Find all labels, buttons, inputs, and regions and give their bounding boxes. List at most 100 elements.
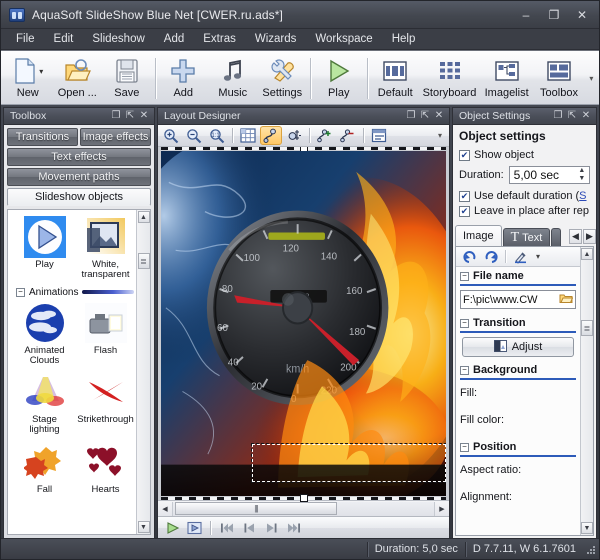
- tab-next-button[interactable]: ▶: [583, 229, 596, 244]
- filename-collapse-icon[interactable]: −: [460, 271, 469, 281]
- designer-scroll-thumb[interactable]: |||: [175, 501, 337, 515]
- toolbox-category-movement-paths[interactable]: Movement paths: [7, 168, 151, 186]
- menu-item-workspace[interactable]: Workspace: [306, 31, 381, 48]
- leave-in-place-row[interactable]: Leave in place after rep: [459, 205, 590, 217]
- zoom-out-icon[interactable]: [183, 126, 205, 145]
- toolbox-object-stage-lighting[interactable]: Stage lighting: [16, 369, 73, 438]
- duration-up-arrow[interactable]: ▲: [578, 167, 585, 175]
- toolbar-button-open[interactable]: Open ...: [53, 53, 103, 104]
- designer-scroll-track[interactable]: |||: [172, 501, 435, 516]
- prev-frame-icon[interactable]: [239, 519, 259, 537]
- designer-scroll-left-button[interactable]: ◀: [158, 502, 172, 516]
- toolbox-scroll-thumb[interactable]: ≣: [137, 253, 150, 269]
- motion-path-icon[interactable]: [260, 126, 282, 145]
- objectsettings-restore-icon[interactable]: ❐: [551, 109, 565, 123]
- duration-input[interactable]: [511, 167, 577, 183]
- toolbar-button-add[interactable]: Add: [159, 53, 209, 104]
- background-collapse-icon[interactable]: −: [460, 365, 469, 375]
- show-object-checkbox[interactable]: [459, 150, 470, 161]
- objectsettings-pin-icon[interactable]: ⇱: [565, 109, 579, 123]
- menu-item-extras[interactable]: Extras: [194, 31, 245, 48]
- zoom-reset-icon[interactable]: 1:1: [206, 126, 228, 145]
- new-dropdown-arrow[interactable]: ▾: [39, 67, 43, 76]
- rotate-right-icon[interactable]: [481, 248, 501, 265]
- toolbox-category-transitions[interactable]: Transitions: [7, 128, 78, 146]
- toolbox-restore-icon[interactable]: ❐: [109, 109, 123, 123]
- designer-pin-icon[interactable]: ⇱: [418, 109, 432, 123]
- align-objects-icon[interactable]: [368, 126, 390, 145]
- tab-more[interactable]: [551, 228, 562, 246]
- toolbar-button-new[interactable]: ▾ New: [3, 53, 53, 104]
- toolbar-button-music[interactable]: Music: [208, 53, 258, 104]
- objectsettings-scroll-down-button[interactable]: ▼: [581, 522, 593, 534]
- add-keyframe-icon[interactable]: [314, 126, 336, 145]
- toolbar-overflow-button[interactable]: ▾: [584, 53, 599, 104]
- transition-collapse-icon[interactable]: −: [460, 318, 469, 328]
- browse-folder-icon[interactable]: [559, 292, 574, 307]
- toolbox-close-icon[interactable]: ✕: [137, 109, 151, 123]
- section-transition-header[interactable]: − Transition: [456, 314, 580, 330]
- maximize-button[interactable]: ❐: [541, 5, 567, 25]
- menu-item-add[interactable]: Add: [155, 31, 193, 48]
- section-filename-header[interactable]: − File name: [456, 267, 580, 283]
- menu-item-help[interactable]: Help: [383, 31, 425, 48]
- move-object-icon[interactable]: [283, 126, 305, 145]
- toolbar-button-save[interactable]: Save: [102, 53, 152, 104]
- toolbox-group-animations[interactable]: − Animations: [16, 287, 134, 298]
- resize-grip-icon[interactable]: [583, 542, 597, 556]
- objectsettings-vertical-scrollbar[interactable]: ▲ ≣ ▼: [580, 247, 593, 535]
- tab-prev-button[interactable]: ◀: [569, 229, 582, 244]
- toolbox-pin-icon[interactable]: ⇱: [123, 109, 137, 123]
- grid-icon[interactable]: [237, 126, 259, 145]
- play-frame-icon[interactable]: [184, 519, 204, 537]
- remove-keyframe-icon[interactable]: [337, 126, 359, 145]
- designer-scroll-right-button[interactable]: ▶: [435, 502, 449, 516]
- next-frame-icon[interactable]: [261, 519, 281, 537]
- designer-stage[interactable]: 100 120 140 80 160 60 180 40 200: [161, 147, 446, 502]
- toolbox-object-hearts[interactable]: Hearts: [77, 439, 134, 497]
- section-position-header[interactable]: − Position: [456, 438, 580, 454]
- menu-item-file[interactable]: File: [7, 31, 44, 48]
- menu-item-wizards[interactable]: Wizards: [246, 31, 306, 48]
- toolbar-button-play[interactable]: Play: [314, 53, 364, 104]
- toolbox-category-image-effects[interactable]: Image effects: [80, 128, 151, 146]
- toolbox-scroll-up-button[interactable]: ▲: [137, 211, 150, 223]
- toolbox-vertical-scrollbar[interactable]: ▲ ≣ ▼: [136, 210, 150, 534]
- slide-image[interactable]: 100 120 140 80 160 60 180 40 200: [161, 151, 446, 496]
- toolbar-button-settings[interactable]: Settings: [258, 53, 308, 104]
- text-object-placeholder[interactable]: [251, 443, 446, 483]
- tab-image[interactable]: Image: [455, 225, 502, 246]
- objectsettings-scroll-up-button[interactable]: ▲: [581, 248, 593, 260]
- dropdown-arrow-icon[interactable]: ▾: [532, 248, 544, 265]
- toolbox-object-strikethrough[interactable]: Strikethrough: [77, 369, 134, 438]
- toolbar-button-imagelist[interactable]: Imagelist: [479, 53, 534, 104]
- toolbar-button-toolbox[interactable]: Toolbox: [534, 53, 584, 104]
- toolbar-button-default[interactable]: Default: [370, 53, 420, 104]
- minimize-button[interactable]: –: [513, 5, 539, 25]
- toolbox-scroll-down-button[interactable]: ▼: [137, 521, 150, 533]
- designer-close-icon[interactable]: ✕: [432, 109, 446, 123]
- duration-down-arrow[interactable]: ▼: [578, 175, 585, 183]
- color-pick-icon[interactable]: [510, 248, 530, 265]
- adjust-button[interactable]: Adjust: [462, 337, 574, 357]
- designer-restore-icon[interactable]: ❐: [404, 109, 418, 123]
- designer-canvas[interactable]: 100 120 140 80 160 60 180 40 200: [158, 147, 449, 516]
- duration-spinner[interactable]: ▲ ▼: [508, 166, 590, 184]
- objectsettings-close-icon[interactable]: ✕: [579, 109, 593, 123]
- use-default-duration-row[interactable]: Use default duration (S: [459, 190, 590, 202]
- leave-in-place-checkbox[interactable]: [459, 206, 470, 217]
- toolbar-button-storyboard[interactable]: Storyboard: [420, 53, 479, 104]
- file-name-input[interactable]: F:\pic\www.CW: [460, 290, 576, 309]
- duration-spin-arrows[interactable]: ▲ ▼: [577, 167, 587, 182]
- show-object-row[interactable]: Show object: [459, 149, 590, 161]
- group-collapse-icon[interactable]: −: [16, 287, 25, 297]
- section-background-header[interactable]: − Background: [456, 361, 580, 377]
- toolbox-object-animated-clouds[interactable]: Animated Clouds: [16, 300, 73, 369]
- tab-text[interactable]: T Text: [502, 228, 551, 246]
- menu-item-slideshow[interactable]: Slideshow: [83, 31, 153, 48]
- toolbox-object-fall[interactable]: Fall: [16, 439, 73, 497]
- toolbox-category-text-effects[interactable]: Text effects: [7, 148, 151, 166]
- designer-overflow-button[interactable]: ▾: [433, 131, 447, 140]
- toolbox-object-white-transparent[interactable]: White, transparent: [77, 214, 134, 283]
- use-default-duration-link[interactable]: S: [579, 190, 586, 202]
